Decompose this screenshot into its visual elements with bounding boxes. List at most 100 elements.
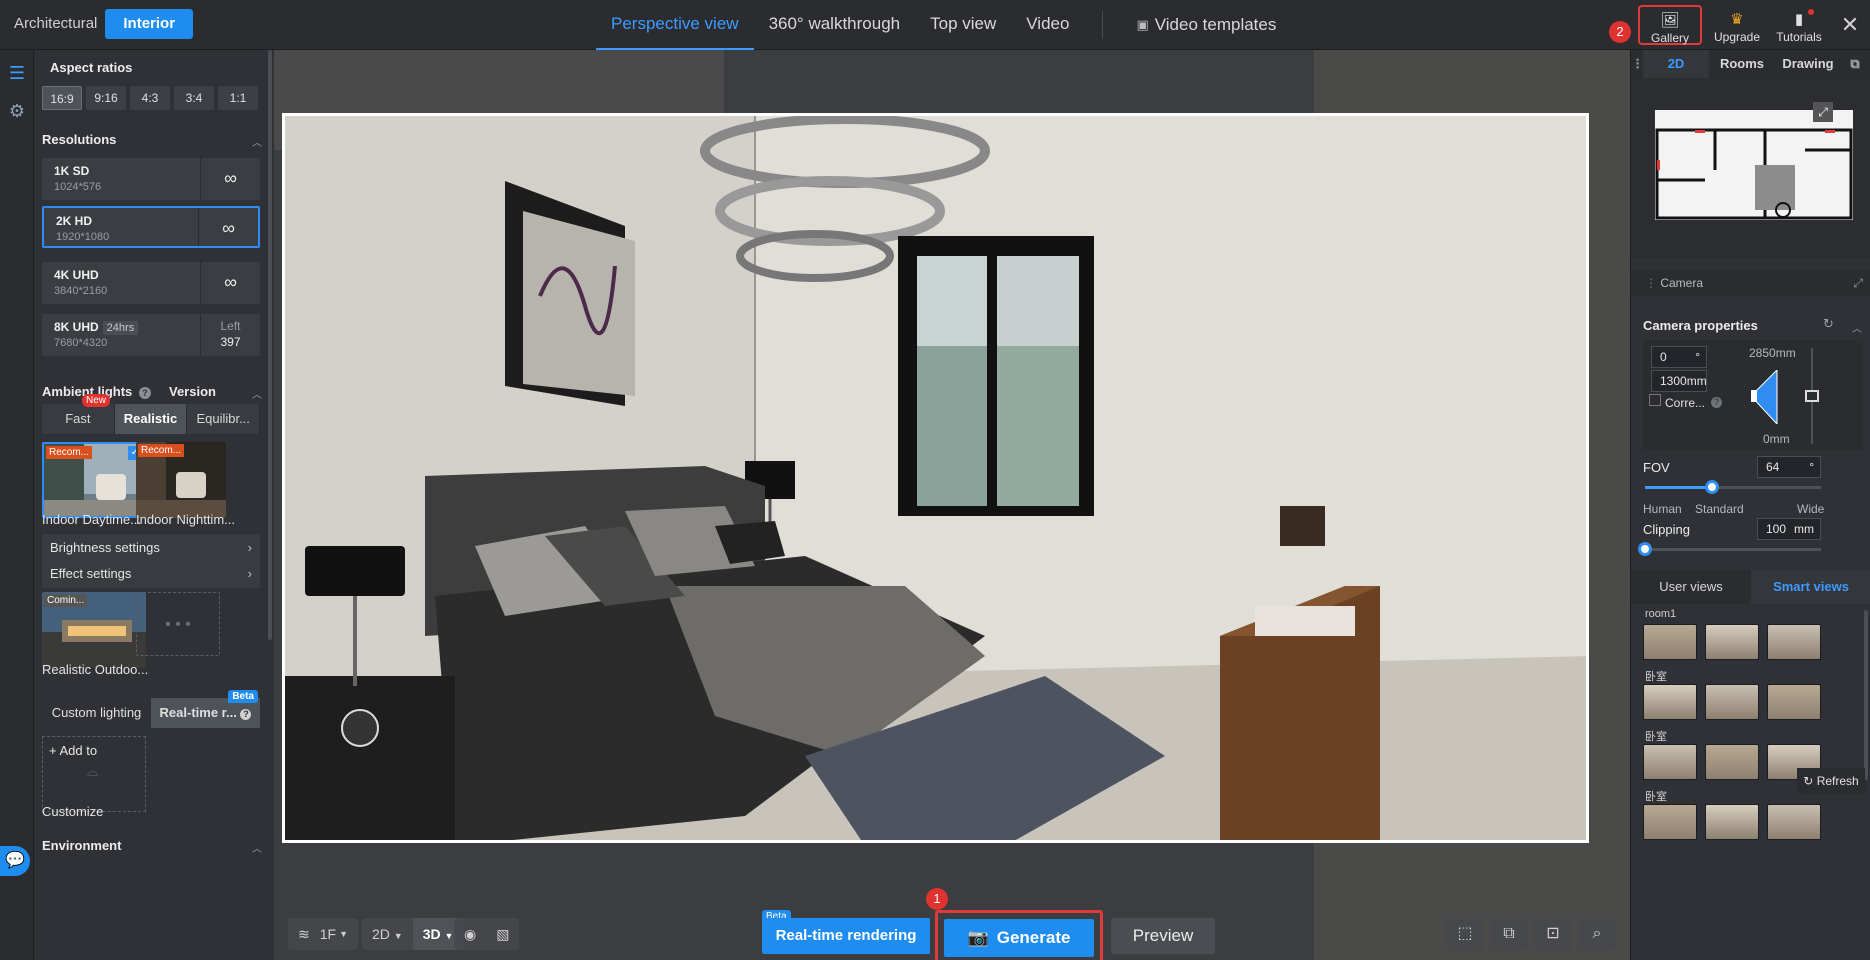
focus-icon[interactable]: ⊡ [1534, 918, 1572, 950]
smart-view-thumbnail[interactable] [1705, 744, 1759, 780]
aspect-9-16[interactable]: 9:16 [86, 86, 126, 110]
generate-button[interactable]: 📷 Generate [944, 919, 1094, 957]
reset-icon[interactable]: ↻ [1823, 316, 1834, 332]
clipping-slider[interactable] [1638, 542, 1821, 556]
zoom-fit-icon[interactable]: ⌕ [1578, 918, 1616, 950]
tab-perspective-view[interactable]: Perspective view [596, 0, 754, 50]
tab-user-views[interactable]: User views [1631, 570, 1751, 604]
tab-2d[interactable]: 2D [1643, 50, 1709, 78]
correct-checkbox[interactable] [1649, 394, 1661, 406]
aspect-16-9[interactable]: 16:9 [42, 86, 82, 110]
angle-input[interactable]: 0 ° [1651, 346, 1707, 368]
view-group-label: 卧室 [1645, 671, 1667, 683]
ambient-equilibrium[interactable]: Equilibr... [187, 404, 261, 434]
smart-view-thumbnail[interactable] [1767, 624, 1821, 660]
panel-scrollbar[interactable] [268, 50, 272, 640]
collapse-icon[interactable]: ︿ [252, 386, 262, 401]
gallery-button[interactable]: 🖼 Gallery [1638, 5, 1702, 45]
resolution-1k[interactable]: 1K SD 1024*576 ∞ [42, 158, 260, 200]
floor-plan-minimap[interactable] [1655, 110, 1853, 220]
chevron-right-icon: › [247, 540, 252, 555]
refresh-button[interactable]: ↻ Refresh [1797, 768, 1865, 794]
tab-rooms[interactable]: Rooms [1709, 50, 1775, 78]
top-height-label: 2850mm [1749, 346, 1796, 360]
render-viewport[interactable]: ≋ 1F ▼ 2D ▼ 3D ▼ ◉ ▧ Beta Real-time rend… [274, 50, 1630, 960]
drag-handle-icon[interactable]: ⋮ [1631, 50, 1644, 78]
height-slider-handle[interactable] [1805, 390, 1819, 402]
tab-top-view[interactable]: Top view [915, 0, 1011, 50]
aspect-1-1[interactable]: 1:1 [218, 86, 258, 110]
tab-custom-lighting[interactable]: Custom lighting [42, 698, 151, 728]
frame-icon[interactable]: ⧉ [1490, 918, 1528, 950]
upgrade-button[interactable]: ♛ Upgrade [1706, 6, 1768, 44]
views-scrollbar[interactable] [1864, 610, 1868, 780]
tab-realtime-lighting[interactable]: Real-time r... ? Beta [151, 690, 260, 728]
ambient-realistic[interactable]: Realistic [114, 404, 188, 434]
expand-icon[interactable]: ⤢ [1853, 270, 1863, 296]
fov-mark-standard: Standard [1695, 502, 1744, 516]
preset-indoor-nighttime[interactable]: Recom... [136, 442, 226, 518]
smart-view-thumbnail[interactable] [1705, 684, 1759, 720]
aspect-4-3[interactable]: 4:3 [130, 86, 170, 110]
res-quota: Left 397 [200, 314, 260, 356]
collapse-icon[interactable]: ︿ [252, 134, 262, 149]
tab-360-walkthrough[interactable]: 360° walkthrough [754, 0, 916, 50]
help-icon[interactable]: ? [1711, 397, 1722, 408]
aspect-ratio-options: 16:9 9:16 4:3 3:4 1:1 [42, 86, 258, 110]
brightness-settings-row[interactable]: Brightness settings › [42, 534, 260, 562]
fov-slider-handle[interactable] [1705, 480, 1719, 494]
smart-view-thumbnail[interactable] [1705, 624, 1759, 660]
clipping-input[interactable]: 100 mm [1757, 518, 1821, 540]
preset-indoor-daytime[interactable]: Recom... ✓ [42, 442, 146, 518]
viewport-toolbar: ≋ 1F ▼ 2D ▼ 3D ▼ ◉ ▧ Beta Real-time rend… [274, 888, 1630, 960]
drag-handle-icon[interactable]: ⋮ [1645, 276, 1657, 290]
expand-icon[interactable]: ⧉ [1841, 50, 1869, 78]
smart-view-thumbnail[interactable] [1643, 684, 1697, 720]
smart-view-thumbnail[interactable] [1643, 624, 1697, 660]
mode-interior[interactable]: Interior [105, 9, 194, 39]
tab-video[interactable]: Video [1011, 0, 1084, 50]
tab-drawing[interactable]: Drawing [1775, 50, 1841, 78]
fov-slider[interactable] [1645, 480, 1821, 494]
close-icon[interactable]: ✕ [1830, 12, 1870, 38]
res-dim: 1024*576 [54, 181, 102, 193]
mode-architectural[interactable]: Architectural [6, 9, 106, 39]
clipping-value: 100 [1766, 522, 1787, 536]
effect-settings-row[interactable]: Effect settings › [42, 560, 260, 588]
collapse-icon[interactable]: ︿ [1852, 320, 1862, 335]
preset-realistic-outdoor[interactable]: Comin... [42, 592, 146, 668]
gear-icon[interactable]: ⚙ [0, 92, 34, 130]
smart-view-thumbnail[interactable] [1767, 804, 1821, 840]
video-templates-button[interactable]: ▣ Video templates [1121, 0, 1291, 50]
smart-view-thumbnail[interactable] [1705, 804, 1759, 840]
cube-icon[interactable]: ▧ [486, 926, 519, 943]
version-label[interactable]: Version [169, 384, 216, 399]
ambient-fast[interactable]: Fast New [42, 394, 115, 434]
smart-view-thumbnail[interactable] [1643, 804, 1697, 840]
sliders-icon[interactable]: ☰ [0, 54, 34, 92]
preview-button[interactable]: Preview [1111, 918, 1215, 954]
add-custom-light-button[interactable]: + Add to ⌓ [42, 736, 146, 812]
clipping-slider-handle[interactable] [1638, 542, 1652, 556]
fov-input[interactable]: 64 ° [1757, 456, 1821, 478]
realtime-rendering-button[interactable]: Real-time rendering [762, 918, 930, 954]
aspect-3-4[interactable]: 3:4 [174, 86, 214, 110]
mode-2d[interactable]: 2D ▼ [362, 926, 413, 942]
eye-icon[interactable]: ◉ [454, 926, 486, 943]
resolution-4k[interactable]: 4K UHD 3840*2160 ∞ [42, 262, 260, 304]
resolution-8k[interactable]: 8K UHD 24hrs 7680*4320 Left 397 [42, 314, 260, 356]
tab-smart-views[interactable]: Smart views [1751, 570, 1870, 604]
fullscreen-icon[interactable]: ⤢ [1813, 102, 1833, 122]
select-region-icon[interactable]: ⬚ [1446, 918, 1484, 950]
height-input[interactable]: 1300mm [1651, 370, 1707, 392]
collapse-icon[interactable]: ︿ [252, 840, 262, 855]
ambient-fast-label: Fast [65, 411, 91, 426]
floor-selector[interactable]: ≋ 1F ▼ [288, 918, 358, 950]
help-icon[interactable]: ? [138, 387, 151, 399]
smart-view-thumbnail[interactable] [1643, 744, 1697, 780]
help-icon[interactable]: ? [240, 709, 252, 720]
chat-icon[interactable]: 💬 [0, 846, 30, 876]
tutorials-button[interactable]: ▮ Tutorials [1768, 6, 1830, 44]
resolution-2k[interactable]: 2K HD 1920*1080 ∞ [42, 206, 260, 248]
smart-view-thumbnail[interactable] [1767, 684, 1821, 720]
